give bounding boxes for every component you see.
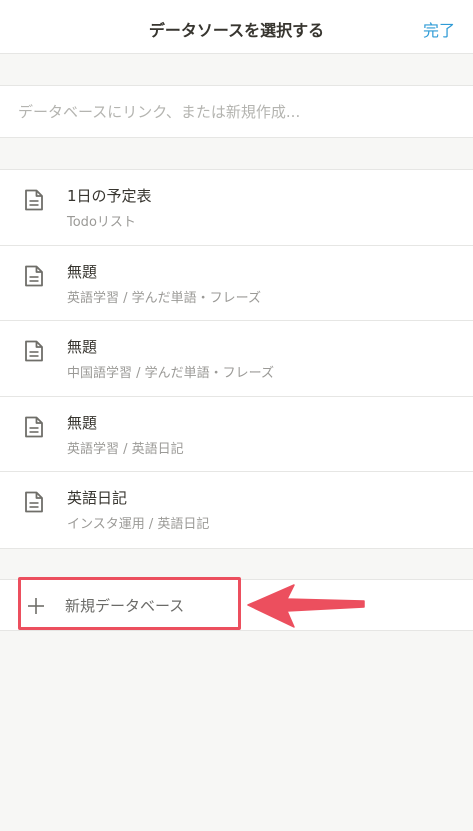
page-icon: [25, 340, 43, 362]
list-item[interactable]: 無題 英語学習 / 英語日記: [0, 397, 473, 472]
page-icon: [25, 265, 43, 286]
item-title: 無題: [67, 413, 98, 432]
search-row: [0, 85, 473, 138]
item-subtitle: 中国語学習 / 学んだ単語・フレーズ: [67, 366, 274, 381]
item-subtitle: 英語学習 / 英語日記: [67, 441, 184, 457]
list-item[interactable]: 無題 中国語学習 / 学んだ単語・フレーズ: [0, 321, 473, 397]
header-bar: データソースを選択する 完了: [0, 0, 473, 54]
new-database-label: 新規データベース: [65, 597, 185, 615]
item-title: 英語日記: [67, 489, 128, 507]
done-button[interactable]: 完了: [423, 17, 455, 41]
page-icon: [25, 416, 43, 437]
item-subtitle: インスタ運用 / 英語日記: [67, 517, 210, 532]
new-database-button[interactable]: 新規データベース: [0, 579, 473, 631]
page-icon: [25, 189, 43, 211]
database-list: 1日の予定表 Todoリスト 無題 英語学習 / 学んだ単語・フレーズ 無題 中…: [0, 169, 473, 549]
select-data-source-screen: データソースを選択する 完了 1日の予定表 Todoリスト 無題 英語学習: [0, 0, 473, 831]
list-item[interactable]: 無題 英語学習 / 学んだ単語・フレーズ: [0, 246, 473, 321]
plus-icon: [28, 598, 44, 614]
list-item[interactable]: 1日の予定表 Todoリスト: [0, 170, 473, 246]
item-subtitle: Todoリスト: [67, 215, 136, 230]
item-title: 1日の予定表: [67, 187, 152, 205]
item-subtitle: 英語学習 / 学んだ単語・フレーズ: [67, 290, 261, 306]
list-item[interactable]: 英語日記 インスタ運用 / 英語日記: [0, 472, 473, 548]
item-title: 無題: [67, 262, 98, 281]
item-title: 無題: [67, 338, 98, 356]
page-icon: [25, 491, 43, 513]
search-input[interactable]: [18, 86, 458, 137]
page-title: データソースを選択する: [148, 21, 325, 40]
